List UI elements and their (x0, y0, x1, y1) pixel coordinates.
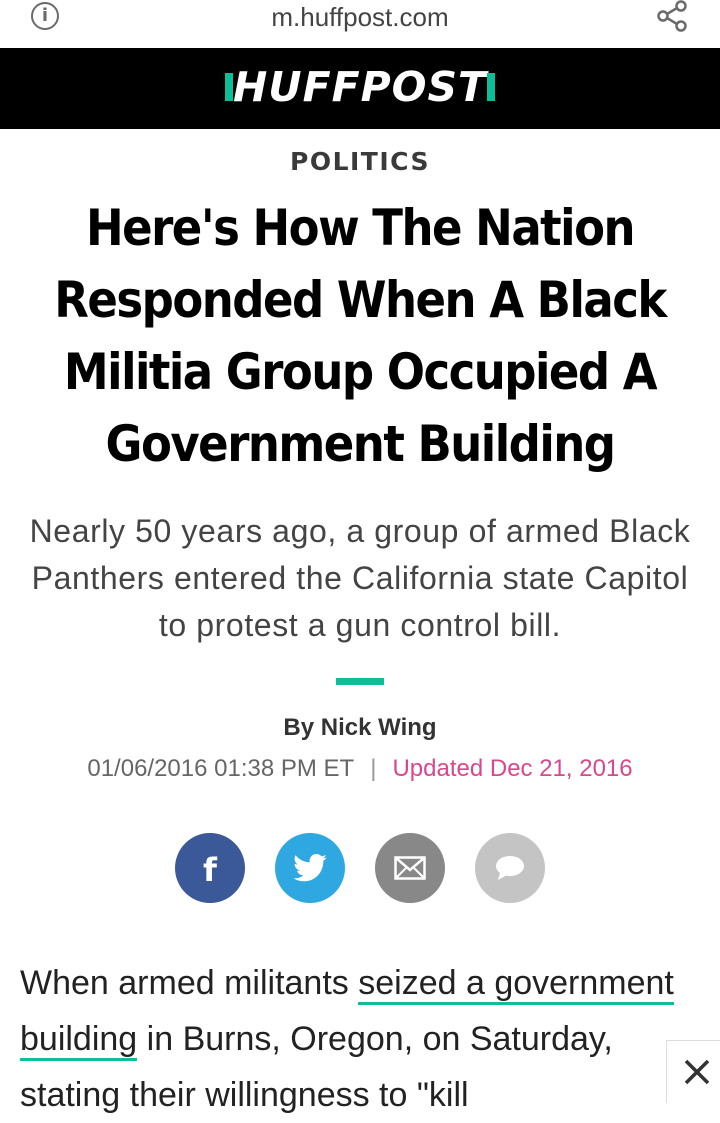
updated-date: Updated Dec 21, 2016 (392, 755, 633, 782)
masthead: HUFFPOST (0, 48, 720, 129)
article-headline: Here's How The Nation Responded When A B… (54, 199, 667, 473)
article-dates: 01/06/2016 01:38 PM ET | Updated Dec 21, 2… (0, 755, 720, 783)
logo-text: HUFFPOST (232, 63, 488, 111)
accent-divider (336, 678, 384, 685)
body-text-start: When armed militants (20, 964, 359, 1002)
close-ad-button[interactable] (666, 1040, 720, 1103)
email-icon (394, 856, 426, 880)
section-label[interactable]: POLITICS (0, 147, 720, 176)
close-icon (684, 1059, 710, 1085)
facebook-share-button[interactable]: f (175, 833, 245, 903)
published-date: 01/06/2016 01:38 PM ET (87, 755, 355, 782)
huffpost-logo[interactable]: HUFFPOST (0, 63, 720, 111)
url-text[interactable]: m.huffpost.com (0, 2, 720, 33)
logo-right-bar (487, 73, 496, 101)
comment-share-button[interactable] (475, 833, 545, 903)
browser-url-bar: i m.huffpost.com (0, 0, 720, 49)
date-separator: | (370, 755, 377, 782)
facebook-icon: f (203, 851, 218, 885)
svg-text:f: f (203, 851, 218, 885)
email-share-button[interactable] (375, 833, 445, 903)
share-buttons: f (175, 833, 547, 905)
share-icon[interactable] (655, 0, 689, 32)
comment-icon (496, 856, 524, 880)
twitter-icon (293, 854, 327, 882)
author-byline[interactable]: By Nick Wing (0, 714, 720, 742)
article-subheadline: Nearly 50 years ago, a group of armed Bl… (29, 513, 691, 643)
twitter-share-button[interactable] (275, 833, 345, 903)
article-body-paragraph: When armed militants seized a government… (20, 955, 700, 1123)
logo-left-bar (224, 73, 233, 101)
